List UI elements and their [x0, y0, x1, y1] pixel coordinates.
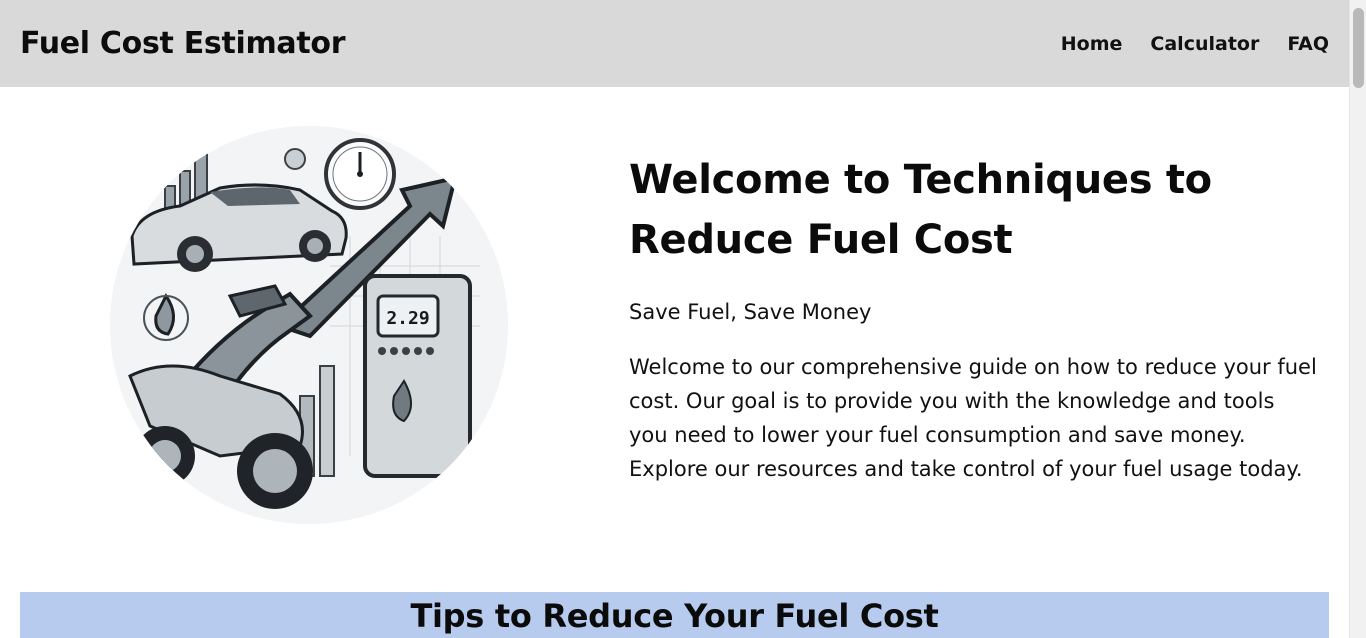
nav-menu: Home Calculator FAQ — [1061, 33, 1329, 55]
scrollbar-thumb[interactable] — [1353, 8, 1364, 88]
nav-link-calculator[interactable]: Calculator — [1150, 33, 1259, 55]
tips-heading: Tips to Reduce Your Fuel Cost — [410, 597, 939, 635]
hero-description: Welcome to our comprehensive guide on ho… — [629, 355, 1317, 481]
page-scrollbar[interactable] — [1349, 0, 1366, 638]
hero-illustration: 2.29 — [110, 126, 508, 524]
hero-section: Welcome to Techniques to Reduce Fuel Cos… — [629, 150, 1329, 486]
hero-subtitle: Save Fuel, Save Money — [629, 300, 872, 324]
nav-link-home[interactable]: Home — [1061, 33, 1123, 55]
site-brand[interactable]: Fuel Cost Estimator — [20, 26, 346, 61]
hero-title: Welcome to Techniques to Reduce Fuel Cos… — [629, 157, 1212, 263]
tips-section-header: Tips to Reduce Your Fuel Cost — [20, 592, 1329, 638]
pump-display: 2.29 — [386, 308, 429, 329]
navbar: Fuel Cost Estimator Home Calculator FAQ — [0, 0, 1349, 87]
nav-link-faq[interactable]: FAQ — [1287, 33, 1329, 55]
